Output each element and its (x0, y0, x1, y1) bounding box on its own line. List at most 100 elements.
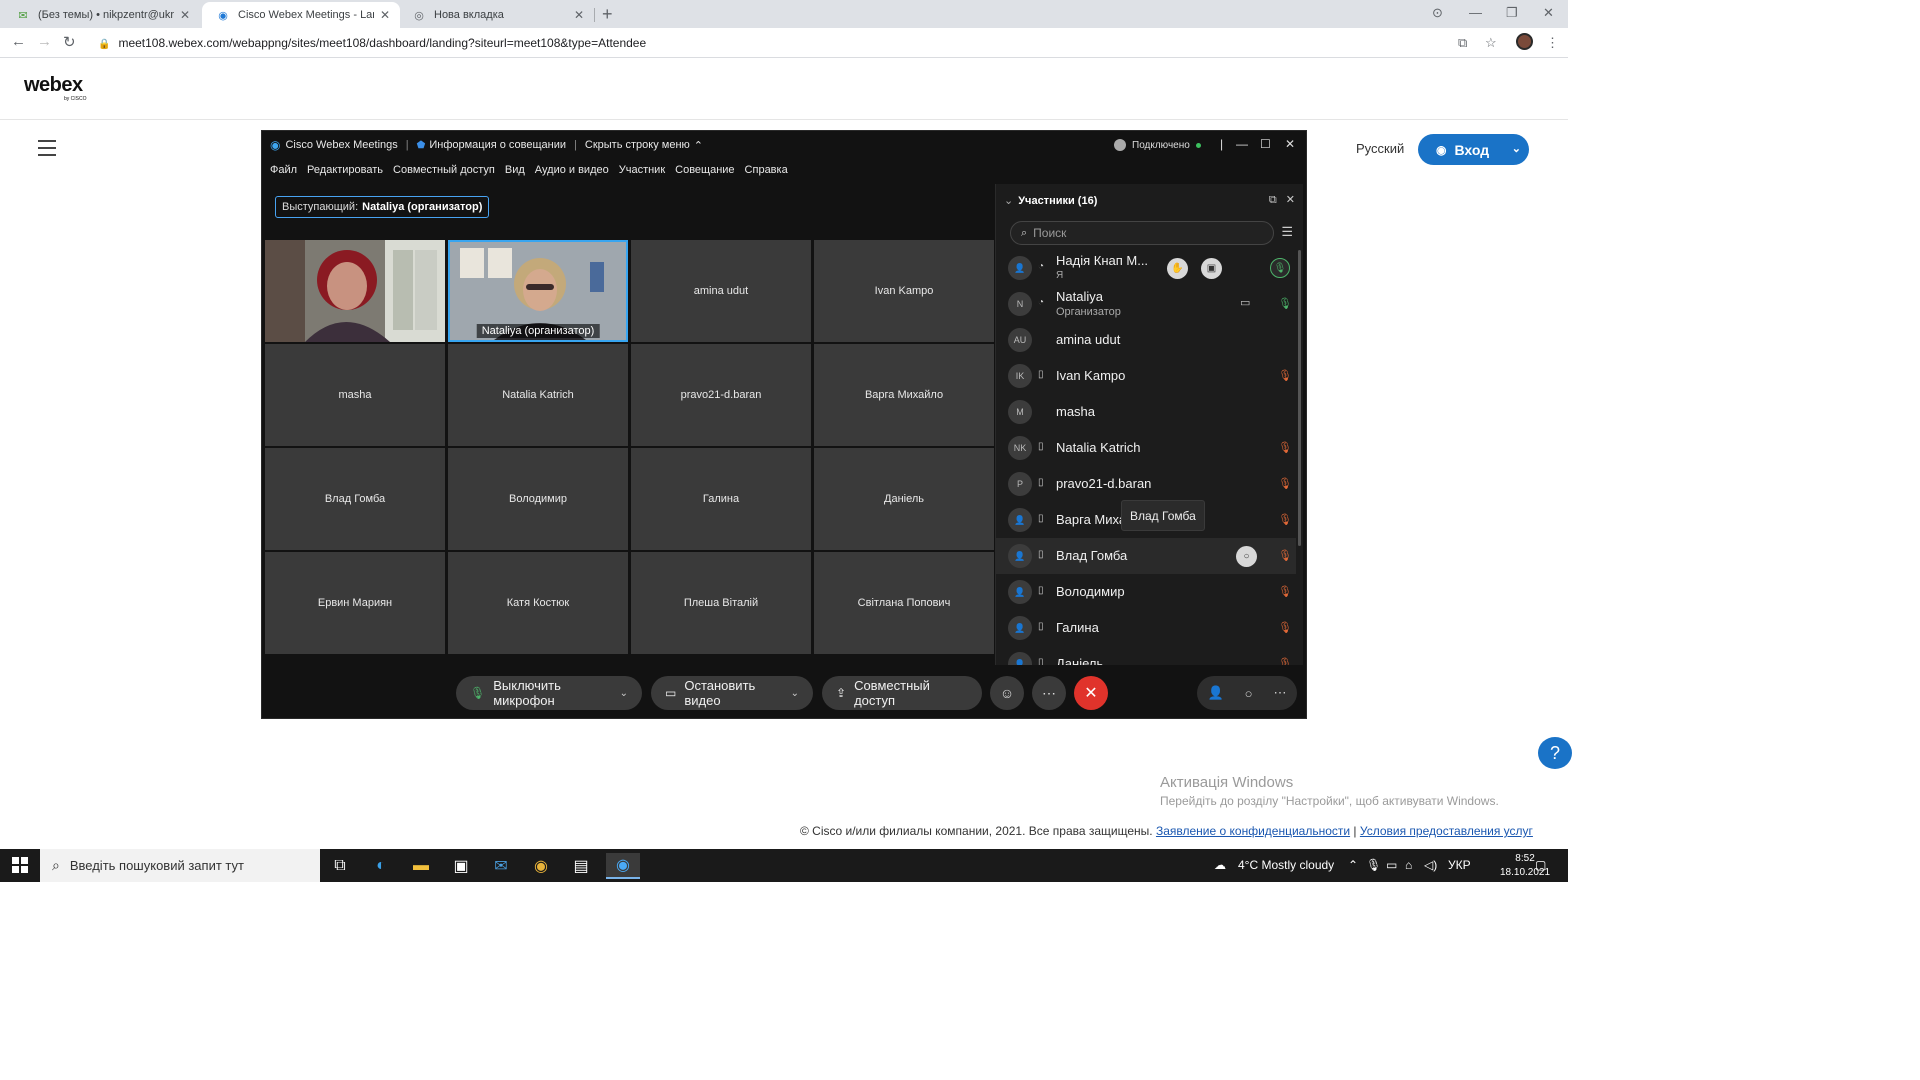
participant-row[interactable]: 👤 ▯ Галина 🎙 (996, 610, 1296, 646)
participant-row[interactable]: NK ▯ Natalia Katrich 🎙 (996, 430, 1296, 466)
close-icon[interactable]: ✕ (380, 8, 390, 22)
translate-icon[interactable]: ⧉ (1458, 35, 1467, 51)
panel-scrollbar[interactable] (1298, 250, 1301, 546)
edge-icon[interactable]: ◐ (368, 853, 394, 879)
chevron-up-icon[interactable]: ⌃ (1348, 858, 1358, 872)
video-tile[interactable]: masha (265, 344, 445, 446)
video-tile[interactable]: Ivan Kampo (814, 240, 994, 342)
network-icon[interactable]: ⌂ (1405, 858, 1412, 872)
close-window-icon[interactable]: ✕ (1543, 5, 1554, 21)
participant-row[interactable]: 👤 ▯ Влад Гомба ○ 🎙 (996, 538, 1296, 574)
participant-row[interactable]: IK ▯ Ivan Kampo 🎙 (996, 358, 1296, 394)
share-button[interactable]: ⇪ Совместный доступ (822, 676, 982, 710)
video-tile[interactable]: Даніель (814, 448, 994, 550)
reactions-button[interactable]: ☺ (990, 676, 1024, 710)
chrome-icon[interactable]: ◉ (528, 853, 554, 879)
restore-icon[interactable]: ❐ (1506, 5, 1518, 21)
tab-webex[interactable]: ◉ Cisco Webex Meetings - Landing ✕ (202, 2, 400, 28)
weather-text[interactable]: 4°C Mostly cloudy (1238, 858, 1334, 872)
document-icon[interactable]: ▤ (568, 853, 594, 879)
mic-muted-icon[interactable]: 🎙 (1278, 549, 1292, 562)
menu-file[interactable]: Файл (270, 164, 297, 176)
avatar[interactable] (1516, 33, 1533, 50)
reload-icon[interactable]: ↻ (63, 33, 76, 51)
close-icon[interactable]: ✕ (1286, 194, 1295, 206)
hide-menu-button[interactable]: Скрыть строку меню ⌃ (585, 139, 703, 152)
new-tab-icon[interactable]: + (602, 4, 613, 25)
keyboard-language[interactable]: УКР (1448, 858, 1471, 872)
star-icon[interactable]: ☆ (1485, 35, 1497, 51)
mic-muted-icon[interactable]: 🎙 (1278, 513, 1292, 526)
task-view-icon[interactable]: ⧉ (327, 853, 353, 879)
more-options-button[interactable]: ⋯ (1032, 676, 1066, 710)
store-icon[interactable]: ▣ (448, 853, 474, 879)
forward-icon[interactable]: → (37, 33, 52, 50)
participants-header[interactable]: ⌄ Участники (16) (1004, 194, 1097, 207)
participant-row[interactable]: M masha (996, 394, 1296, 430)
taskbar-search-input[interactable]: ⌕ Введіть пошуковий запит тут (40, 849, 320, 882)
mic-muted-icon[interactable]: 🎙 (1278, 585, 1292, 598)
chat-icon[interactable]: ○ (1245, 686, 1253, 701)
participant-row[interactable]: 👤 ▯ Володимир 🎙 (996, 574, 1296, 610)
menu-share[interactable]: Совместный доступ (393, 164, 495, 176)
back-icon[interactable]: ← (11, 33, 26, 50)
help-button[interactable]: ? (1538, 737, 1572, 769)
close-icon[interactable]: ✕ (180, 8, 190, 22)
tab-mail[interactable]: ✉ (Без темы) • nikpzentr@ukr.net ✕ (2, 2, 200, 28)
video-tile[interactable]: Галина (631, 448, 811, 550)
terms-link[interactable]: Условия предоставления услуг (1360, 824, 1533, 838)
more-icon[interactable]: ⋮ (1546, 35, 1559, 51)
participant-row[interactable]: N ◔ Nataliya Организатор ▭ 🎙 (996, 286, 1296, 322)
file-explorer-icon[interactable]: ▬ (408, 853, 434, 879)
video-tile[interactable]: Володимир (448, 448, 628, 550)
menu-edit[interactable]: Редактировать (307, 164, 383, 176)
participant-row[interactable]: 👤 ▯ Даніель 🎙 (996, 646, 1296, 665)
leave-meeting-button[interactable]: ✕ (1074, 676, 1108, 710)
video-tile-active[interactable]: Nataliya (организатор) (448, 240, 628, 342)
menu-icon[interactable] (38, 140, 56, 156)
participants-icon[interactable]: 👤 (1207, 685, 1223, 701)
sort-icon[interactable]: ☰ (1281, 224, 1293, 240)
mute-button[interactable]: 🎙 Выключить микрофон ⌄ (456, 676, 642, 710)
close-icon[interactable]: ✕ (1285, 137, 1295, 151)
mic-muted-icon[interactable]: 🎙 (1278, 477, 1292, 490)
video-tile[interactable]: Влад Гомба (265, 448, 445, 550)
more-icon[interactable]: ⋯ (1274, 685, 1287, 701)
video-tile[interactable]: Natalia Katrich (448, 344, 628, 446)
video-tile[interactable] (265, 240, 445, 342)
video-tile[interactable]: Ервин Мариян (265, 552, 445, 654)
video-tile[interactable]: pravo21-d.baran (631, 344, 811, 446)
raise-hand-icon[interactable]: ✋ (1167, 258, 1188, 279)
mic-muted-icon[interactable]: 🎙 (1278, 621, 1292, 634)
volume-icon[interactable]: ◁) (1424, 858, 1437, 872)
chevron-down-icon[interactable]: ⌄ (620, 688, 628, 699)
language-selector[interactable]: Русский (1356, 141, 1404, 156)
minimize-icon[interactable]: — (1236, 137, 1248, 151)
video-tile[interactable]: Варга Михайло (814, 344, 994, 446)
video-tile[interactable]: amina udut (631, 240, 811, 342)
video-tile[interactable]: Катя Костюк (448, 552, 628, 654)
chevron-down-icon[interactable]: ⌄ (791, 688, 799, 699)
chat-icon[interactable]: ○ (1236, 546, 1257, 567)
display-icon[interactable]: ▭ (1386, 858, 1397, 872)
url-field[interactable]: 🔒 meet108.webex.com/webappng/sites/meet10… (98, 36, 646, 50)
notifications-icon[interactable]: ▢ (1535, 858, 1546, 872)
captions-icon[interactable]: ▣ (1201, 258, 1222, 279)
mic-muted-icon[interactable]: 🎙 (1278, 369, 1292, 382)
minimize-icon[interactable]: — (1469, 5, 1482, 20)
stop-video-button[interactable]: ▭ Остановить видео ⌄ (651, 676, 813, 710)
mic-on-icon[interactable]: 🎙 (1270, 258, 1290, 278)
windows-start-icon[interactable] (12, 857, 28, 873)
menu-help[interactable]: Справка (745, 164, 788, 176)
privacy-link[interactable]: Заявление о конфиденциальности (1156, 824, 1350, 838)
tab-new[interactable]: ◎ Нова вкладка ✕ (398, 2, 594, 28)
menu-view[interactable]: Вид (505, 164, 525, 176)
participant-row[interactable]: AU amina udut (996, 322, 1296, 358)
close-icon[interactable]: ✕ (574, 8, 584, 22)
search-input[interactable]: ⌕ Поиск (1010, 221, 1274, 245)
tab-search-icon[interactable]: ⊙ (1432, 5, 1443, 21)
mic-muted-icon[interactable]: 🎙 (1278, 441, 1292, 454)
webex-logo[interactable]: webex (24, 74, 83, 97)
menu-audio-video[interactable]: Аудио и видео (535, 164, 609, 176)
mic-muted-icon[interactable]: 🎙 (1278, 657, 1292, 665)
